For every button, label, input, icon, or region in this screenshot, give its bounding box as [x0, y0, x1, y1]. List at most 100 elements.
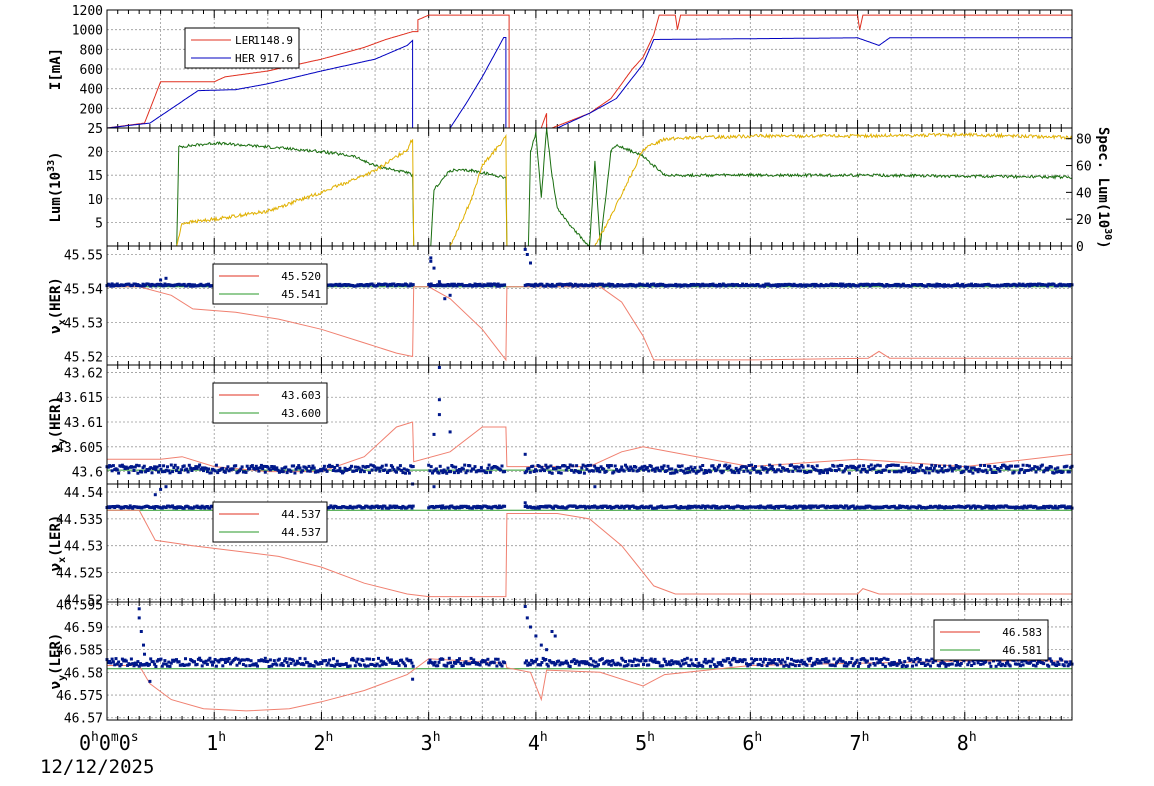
legend-value: 45.520 [281, 270, 321, 283]
tune-point [882, 656, 886, 660]
tune-point [750, 463, 754, 467]
tune-point [1042, 662, 1046, 666]
tune-point [132, 469, 136, 472]
tune-point [1008, 664, 1012, 668]
tune-point [465, 469, 469, 473]
tune-point [240, 465, 244, 469]
tune-point [568, 665, 572, 668]
tune-point [570, 468, 573, 472]
tune-point [473, 465, 477, 469]
tune-point [850, 657, 854, 661]
tune-point [249, 659, 253, 663]
tune-point [836, 464, 840, 468]
tune-outlier-point [429, 259, 433, 263]
tune-point [530, 658, 534, 662]
tune-point [531, 464, 535, 468]
tune-point [627, 468, 631, 472]
tune-point [503, 661, 507, 665]
tune-point [683, 657, 687, 661]
tune-point [805, 663, 809, 667]
tune-point [240, 658, 244, 662]
tune-point [966, 465, 970, 469]
tune-point [389, 658, 393, 662]
tune-point [764, 658, 768, 661]
tune-point [733, 471, 737, 475]
tune-point [277, 657, 281, 661]
y-tick-label: 46.595 [56, 598, 103, 613]
tune-point [248, 664, 252, 668]
tune-point [256, 664, 259, 668]
tune-point [537, 464, 541, 468]
tune-point [335, 659, 339, 663]
tune-point [742, 469, 746, 473]
tune-point [324, 659, 328, 662]
y-right-tick-label: 0 [1076, 240, 1084, 255]
tune-point [918, 658, 922, 662]
tune-point [635, 658, 639, 662]
tune-point [182, 464, 186, 468]
tune-point [353, 465, 357, 469]
tune-point [608, 659, 612, 663]
legend-value: 43.600 [281, 407, 321, 420]
y-tick-label: 44.54 [64, 486, 103, 501]
tune-point [478, 663, 482, 667]
tune-point [461, 467, 465, 471]
tune-point [1007, 467, 1011, 471]
tune-point [366, 664, 370, 668]
tune-point [328, 658, 332, 662]
tune-point [675, 470, 679, 474]
tune-point [352, 658, 356, 662]
tune-point [478, 469, 482, 473]
tune-point [612, 470, 616, 474]
tune-point [294, 662, 298, 666]
tune-point [873, 663, 877, 667]
tune-point [281, 470, 285, 474]
legend: 46.583 46.581 [933, 619, 1049, 661]
tune-point [186, 470, 190, 474]
tune-point [503, 504, 507, 508]
tune-point [115, 468, 119, 472]
tune-point [503, 283, 507, 287]
tune-point [988, 464, 992, 468]
tune-point [630, 664, 634, 668]
tune-point [117, 471, 121, 475]
tune-point [684, 467, 688, 471]
tune-point [657, 661, 661, 665]
x-tick-label: 7h [850, 730, 870, 755]
tune-point [883, 468, 887, 472]
tune-point [211, 663, 214, 667]
tune-point [333, 466, 337, 469]
tune-point [927, 471, 931, 475]
tune-point [267, 665, 271, 668]
tune-point [815, 658, 819, 661]
tune-point [113, 663, 117, 667]
tune-point [837, 467, 841, 471]
tune-point [647, 469, 651, 473]
tune-point [375, 662, 379, 666]
tune-point [259, 463, 263, 467]
tune-point [984, 660, 988, 664]
tune-point [781, 658, 784, 662]
tune-point [338, 466, 342, 470]
tune-point [180, 468, 184, 472]
tune-point [720, 663, 724, 667]
tune-point [111, 660, 115, 664]
tune-point [200, 466, 204, 470]
tune-point [1021, 463, 1025, 467]
tune-point [293, 471, 297, 475]
tune-point [953, 466, 957, 470]
tune-point [645, 466, 649, 470]
tune-point [883, 664, 887, 668]
tune-point [778, 463, 782, 467]
tune-point [383, 468, 387, 472]
tune-point [245, 464, 249, 468]
tune-point [613, 464, 617, 468]
tune-point [913, 658, 917, 661]
y-tick-label: 46.575 [56, 689, 103, 704]
tune-point [970, 466, 974, 470]
tune-point [907, 470, 911, 474]
tune-point [748, 663, 752, 666]
tune-point [469, 656, 473, 660]
legend-value: 917.6 [260, 52, 293, 65]
x-tick-label: 4h [528, 730, 548, 755]
